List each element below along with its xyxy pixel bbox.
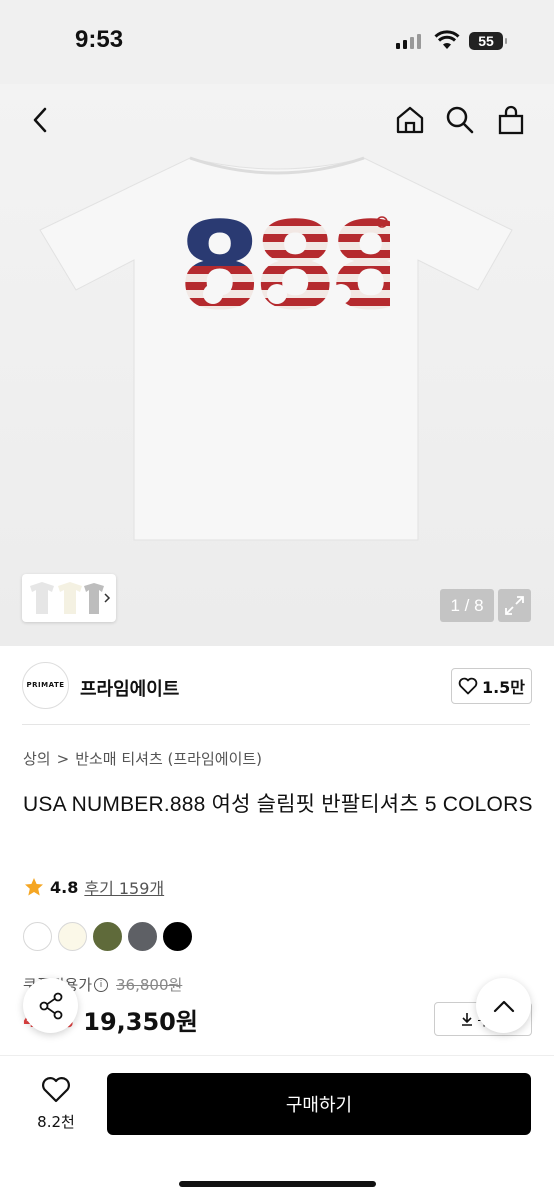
share-button[interactable]	[23, 978, 78, 1033]
color-swatch-olive[interactable]	[93, 922, 122, 951]
wifi-icon	[434, 30, 460, 54]
breadcrumb-category[interactable]: 상의	[23, 748, 51, 769]
expand-icon	[505, 596, 524, 615]
battery-icon: 55	[469, 32, 507, 50]
product-title: USA NUMBER.888 여성 슬림핏 반팔티셔츠 5 COLORS	[23, 793, 533, 816]
brand-like-count: 1.5만	[481, 678, 526, 697]
color-swatch-white[interactable]	[23, 922, 52, 951]
color-swatch-cream[interactable]	[58, 922, 87, 951]
home-button[interactable]	[392, 102, 428, 138]
scroll-top-button[interactable]	[476, 978, 531, 1033]
back-button[interactable]	[22, 102, 58, 138]
download-icon	[462, 1013, 473, 1026]
status-time: 9:53	[75, 26, 124, 53]
brand-logo[interactable]: PRIMATE	[22, 662, 69, 709]
buy-button[interactable]: 구매하기	[107, 1073, 531, 1135]
heart-icon	[458, 677, 478, 695]
cellular-signal-icon	[396, 34, 421, 49]
rating-value: 4.8	[50, 877, 79, 897]
search-button[interactable]	[442, 102, 478, 138]
wishlist-count: 8.2천	[37, 1113, 75, 1131]
color-swatch-gray[interactable]	[128, 922, 157, 951]
breadcrumb-subcategory[interactable]: 반소매 티셔츠 (프라임에이트)	[75, 748, 262, 769]
color-swatches	[23, 922, 192, 951]
fullscreen-button[interactable]	[498, 589, 531, 622]
wishlist-button[interactable]: 8.2천	[22, 1076, 90, 1132]
chevron-right-icon	[104, 593, 111, 603]
thumbnail-strip[interactable]	[22, 574, 116, 622]
sale-price: 19,350원	[83, 1008, 198, 1036]
heart-icon	[42, 1077, 70, 1103]
color-swatch-black[interactable]	[163, 922, 192, 951]
star-icon	[25, 878, 43, 896]
home-icon	[396, 106, 424, 134]
chevron-up-icon	[493, 1000, 514, 1012]
share-icon	[39, 992, 62, 1019]
search-icon	[446, 106, 474, 134]
brand-name[interactable]: 프라임에이트	[80, 675, 179, 701]
cart-button[interactable]	[493, 102, 529, 138]
brand-like-button[interactable]: 1.5만	[451, 668, 532, 704]
review-link[interactable]: 후기 159개	[84, 875, 164, 899]
home-indicator	[179, 1181, 376, 1187]
product-image: 888	[39, 156, 513, 541]
image-pager: 1 / 8	[440, 589, 494, 622]
chevron-left-icon	[33, 107, 47, 133]
rating-row: 4.8 후기 159개	[24, 875, 164, 899]
breadcrumb: 상의 > 반소매 티셔츠 (프라임에이트)	[23, 748, 262, 769]
breadcrumb-separator: >	[56, 749, 70, 768]
divider	[22, 724, 530, 725]
thumbnail-image	[30, 582, 111, 614]
shopping-bag-icon	[498, 105, 524, 135]
original-price: 36,800원	[116, 976, 183, 994]
info-icon[interactable]: i	[94, 977, 109, 992]
